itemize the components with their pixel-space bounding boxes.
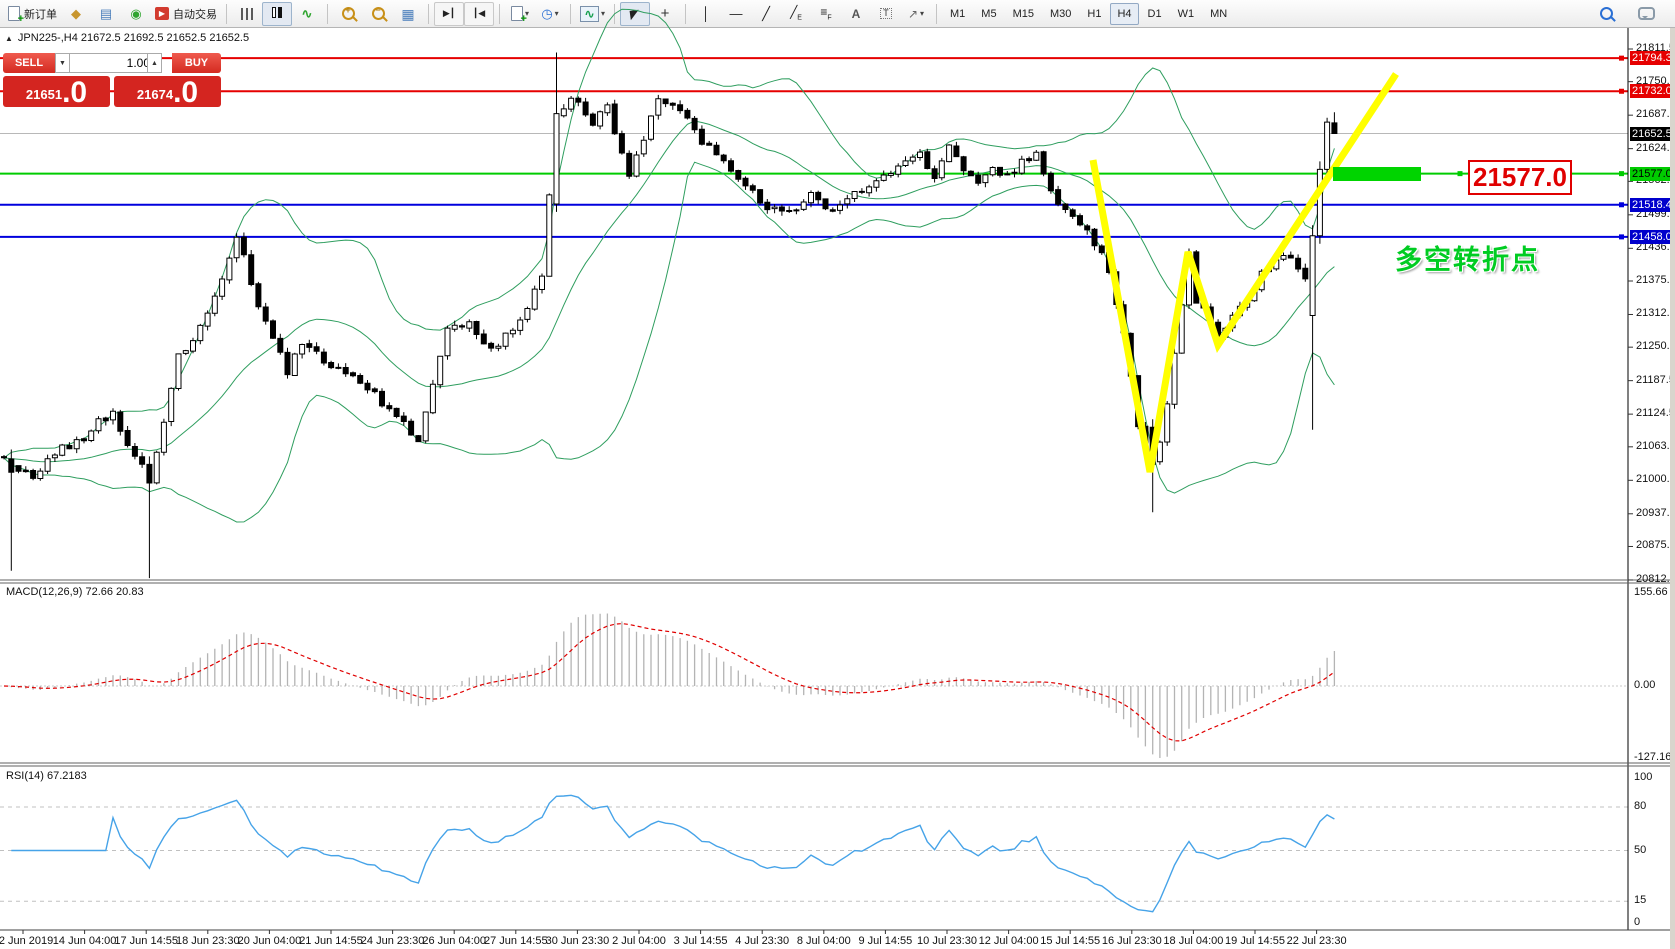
- volume-input[interactable]: [69, 53, 155, 73]
- bear-candles: [2, 98, 1337, 483]
- time-axis-label: 9 Jul 14:55: [858, 935, 912, 947]
- time-axis-label: 2 Jul 04:00: [612, 935, 666, 947]
- macd-scale-label: 155.66: [1634, 586, 1668, 598]
- time-axis-label: 12 Jun 2019: [0, 935, 53, 947]
- price-line-tag: 21732.0: [1630, 84, 1675, 98]
- hline-handle[interactable]: [1458, 171, 1463, 176]
- rsi-scale-label: 50: [1634, 844, 1646, 856]
- buy-button[interactable]: BUY: [172, 53, 221, 73]
- hline-handle[interactable]: [1619, 202, 1624, 207]
- time-axis-label: 24 Jun 23:30: [361, 935, 425, 947]
- price-annotation-box[interactable]: 21577.0: [1468, 160, 1572, 195]
- hline-handle[interactable]: [1619, 56, 1624, 61]
- time-axis-label: 12 Jul 04:00: [979, 935, 1039, 947]
- sell-price-pips: .0: [62, 80, 87, 106]
- rsi-scale-label: 0: [1634, 916, 1640, 928]
- buy-price-main: 21674: [137, 84, 173, 106]
- time-axis-label: 20 Jun 04:00: [238, 935, 302, 947]
- time-axis-label: 22 Jul 23:30: [1287, 935, 1347, 947]
- highlight-zone-rect[interactable]: [1333, 167, 1421, 181]
- bollinger-lower-band: [4, 162, 1334, 522]
- sell-price[interactable]: 21651.0: [3, 76, 110, 107]
- price-line-tag: 21518.4: [1630, 198, 1675, 212]
- turning-point-annotation[interactable]: 多空转折点: [1395, 238, 1540, 277]
- rsi-scale-label: 100: [1634, 771, 1652, 783]
- price-line-tag: 21458.0: [1630, 230, 1675, 244]
- time-axis-label: 21 Jun 14:55: [299, 935, 363, 947]
- sell-button[interactable]: SELL: [3, 53, 55, 73]
- time-axis-label: 26 Jun 04:00: [422, 935, 486, 947]
- price-line-tag: 21794.3: [1630, 51, 1675, 65]
- hline-handle[interactable]: [1619, 234, 1624, 239]
- chart-canvas[interactable]: [0, 0, 1675, 949]
- chart-title: ▲ JPN225-,H4 21672.5 21692.5 21652.5 216…: [5, 32, 249, 44]
- collapse-panel-icon[interactable]: ▲: [5, 34, 13, 43]
- time-axis-label: 17 Jun 14:55: [114, 935, 178, 947]
- time-axis-label: 10 Jul 23:30: [917, 935, 977, 947]
- rsi-indicator-label: RSI(14) 67.2183: [6, 770, 87, 782]
- time-axis-label: 16 Jul 23:30: [1102, 935, 1162, 947]
- mt4-window: +新订单◆▤◉▶自动交易∿+−▦▶┃┃◀+▾◷▾∿▾◤+│—╱╱E≡FAT↗▾M…: [0, 0, 1675, 949]
- bollinger-middle-band: [4, 121, 1334, 462]
- current-price-tag: 21652.5: [1630, 127, 1675, 141]
- rsi-scale-label: 80: [1634, 800, 1646, 812]
- chart-title-text: JPN225-,H4 21672.5 21692.5 21652.5 21652…: [18, 32, 249, 44]
- hline-handle[interactable]: [1619, 89, 1624, 94]
- rsi-scale-label: 15: [1634, 894, 1646, 906]
- buy-price-pips: .0: [173, 80, 198, 106]
- window-right-strip: [1670, 28, 1675, 949]
- volume-increase-button[interactable]: ▲: [147, 53, 162, 73]
- time-axis-label: 19 Jul 14:55: [1225, 935, 1285, 947]
- hline-handle[interactable]: [1619, 171, 1624, 176]
- macd-indicator-label: MACD(12,26,9) 72.66 20.83: [6, 586, 144, 598]
- time-axis-label: 3 Jul 14:55: [674, 935, 728, 947]
- time-axis-label: 18 Jul 04:00: [1163, 935, 1223, 947]
- candle-wicks: [4, 53, 1334, 579]
- time-axis-label: 30 Jun 23:30: [546, 935, 610, 947]
- volume-decrease-button[interactable]: ▼: [55, 53, 70, 73]
- time-axis-label: 27 Jun 14:55: [484, 935, 548, 947]
- price-line-tag: 21577.0: [1630, 167, 1675, 181]
- macd-signal-line: [4, 624, 1334, 741]
- time-axis-label: 8 Jul 04:00: [797, 935, 851, 947]
- rsi-line: [11, 795, 1334, 911]
- time-axis-label: 14 Jun 04:00: [53, 935, 117, 947]
- time-axis-label: 15 Jul 14:55: [1040, 935, 1100, 947]
- time-axis-label: 18 Jun 23:30: [176, 935, 240, 947]
- macd-scale-label: 0.00: [1634, 679, 1655, 691]
- time-axis-label: 4 Jul 23:30: [735, 935, 789, 947]
- buy-price[interactable]: 21674.0: [114, 76, 221, 107]
- sell-price-main: 21651: [26, 84, 62, 106]
- macd-scale-label: -127.16: [1634, 751, 1671, 763]
- one-click-trading-panel: SELL ▼ ▲ BUY 21651.0 21674.0: [3, 53, 221, 107]
